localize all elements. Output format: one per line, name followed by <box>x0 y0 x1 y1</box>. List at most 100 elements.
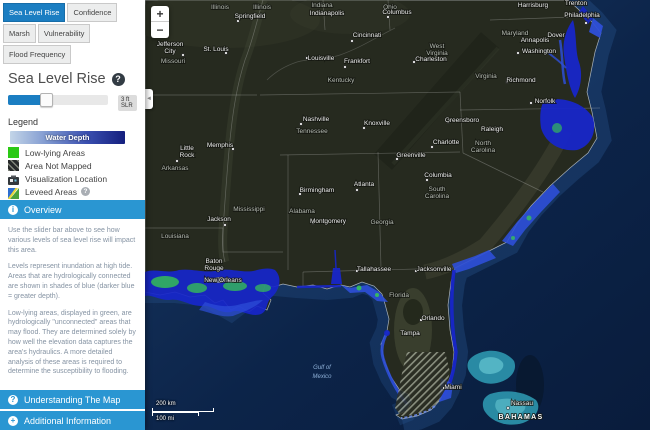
map-label: Tennessee <box>296 128 328 135</box>
city-dot <box>237 20 239 22</box>
map-label: Louisiana <box>161 233 189 240</box>
map-label: Philadelphia <box>564 12 600 19</box>
sidebar-collapse-button[interactable]: ◄ <box>145 89 153 109</box>
city-dot <box>431 146 433 148</box>
map-label: Louisville <box>308 55 335 62</box>
city-dot <box>530 102 532 104</box>
tab-marsh[interactable]: Marsh <box>3 24 36 43</box>
map-label: Richmond <box>506 77 536 84</box>
collapse-arrow-icon: ◄ <box>146 96 152 102</box>
map-label: Washington <box>522 48 556 55</box>
low-lying-swatch <box>8 147 19 158</box>
map-label: Little <box>180 145 194 152</box>
layer-tabs: Sea Level Rise Confidence Marsh Vulnerab… <box>0 0 145 65</box>
map-label: Charlotte <box>433 139 460 146</box>
map-label: Dover <box>547 32 565 39</box>
map-label: Greenville <box>396 152 426 159</box>
legend-item-not-mapped: Area Not Mapped <box>0 159 145 172</box>
map-label: Jacksonville <box>416 266 451 273</box>
map-label: Indiana <box>311 2 333 9</box>
zoom-in-button[interactable]: + <box>151 6 169 22</box>
city-dot <box>344 66 346 68</box>
map-label: Cincinnati <box>353 32 382 39</box>
map-label: Rouge <box>204 265 224 272</box>
overview-paragraph: Levels represent inundation at high tide… <box>8 262 137 301</box>
accordion-understanding-the-map[interactable]: ? Understanding The Map <box>0 390 145 409</box>
map-scale: 200 km 100 mi <box>152 401 214 423</box>
map-label: St. Louis <box>203 46 229 53</box>
map-label: Carolina <box>425 193 450 200</box>
map-svg: IllinoisIllinoisIndianaOhioIndianapolisS… <box>145 0 650 430</box>
accordion-overview[interactable]: i Overview <box>0 200 145 219</box>
slr-viewer-app: IllinoisIllinoisIndianaOhioIndianapolisS… <box>0 0 650 430</box>
tab-confidence[interactable]: Confidence <box>67 3 117 22</box>
city-dot <box>176 160 178 162</box>
question-icon: ? <box>8 395 18 405</box>
map-label: Charleston <box>415 56 447 63</box>
leveed-help-icon[interactable]: ? <box>81 187 90 196</box>
overview-panel: Use the slider bar above to see how vari… <box>0 219 145 388</box>
map-label: Mexico <box>312 374 332 380</box>
map-label: BAHAMAS <box>499 414 544 421</box>
visualization-location-icon <box>8 173 19 184</box>
slider-fill <box>8 95 42 105</box>
map-label: Virginia <box>475 73 497 80</box>
plus-icon: + <box>8 416 18 426</box>
overview-paragraph: Use the slider bar above to see how vari… <box>8 226 137 255</box>
map-label: Indianapolis <box>310 10 345 17</box>
city-dot <box>356 189 358 191</box>
city-dot <box>363 127 365 129</box>
legend-title: Legend <box>0 111 145 130</box>
city-dot <box>224 224 226 226</box>
page-title: Sea Level Rise <box>8 71 106 87</box>
map-label: Kentucky <box>328 77 355 84</box>
overview-paragraph: Low-lying areas, displayed in green, are… <box>8 309 137 378</box>
not-mapped-swatch <box>8 160 19 171</box>
map-label: Rock <box>180 152 196 159</box>
map-label: Missouri <box>161 58 185 65</box>
city-dot <box>507 407 509 409</box>
map-label: Tallahassee <box>357 266 392 273</box>
map-label: Jackson <box>207 216 231 223</box>
zoom-control: + − <box>151 6 169 38</box>
map-canvas[interactable]: IllinoisIllinoisIndianaOhioIndianapolisS… <box>145 0 650 430</box>
map-label: Alabama <box>289 208 315 215</box>
slider-value-badge: 3 ft SLR <box>118 95 137 111</box>
map-label: Norfolk <box>535 98 556 105</box>
map-label: Atlanta <box>354 181 375 188</box>
map-label: Florida <box>389 292 409 299</box>
legend-item-visualization: Visualization Location <box>0 172 145 185</box>
map-label: Gulf of <box>313 365 332 371</box>
map-label: Tampa <box>400 330 420 337</box>
map-label: South <box>429 186 446 193</box>
tab-sea-level-rise[interactable]: Sea Level Rise <box>3 3 65 22</box>
map-label: Mississippi <box>233 206 264 213</box>
map-label: Birmingham <box>300 187 335 194</box>
slider-handle[interactable] <box>40 93 53 107</box>
water-depth-gradient: Water Depth <box>10 131 125 144</box>
map-label: Montgomery <box>310 218 347 225</box>
map-label: Nashville <box>303 116 330 123</box>
leveed-areas-icon <box>8 186 19 197</box>
map-label: Baton <box>206 258 223 265</box>
map-label: Columbus <box>382 9 412 16</box>
map-label: Raleigh <box>481 126 503 133</box>
map-label: Illinois <box>211 4 230 11</box>
map-label: Springfield <box>235 13 266 20</box>
map-label: Nassau <box>511 400 533 407</box>
map-label: Arkansas <box>161 165 189 172</box>
map-label: Memphis <box>207 142 234 149</box>
info-icon: i <box>8 205 18 215</box>
city-dot <box>517 52 519 54</box>
accordion-additional-information[interactable]: + Additional Information <box>0 411 145 430</box>
map-label: West <box>430 43 445 50</box>
map-label: Maryland <box>502 30 529 37</box>
tab-vulnerability[interactable]: Vulnerability <box>38 24 91 43</box>
zoom-out-button[interactable]: − <box>151 22 169 38</box>
legend-item-leveed: Leveed Areas ? <box>0 185 145 198</box>
help-icon[interactable]: ? <box>112 73 125 86</box>
tab-flood-frequency[interactable]: Flood Frequency <box>3 45 71 64</box>
slr-slider: 3 ft SLR <box>8 93 137 109</box>
map-label: Miami <box>444 384 461 391</box>
city-dot <box>585 22 587 24</box>
